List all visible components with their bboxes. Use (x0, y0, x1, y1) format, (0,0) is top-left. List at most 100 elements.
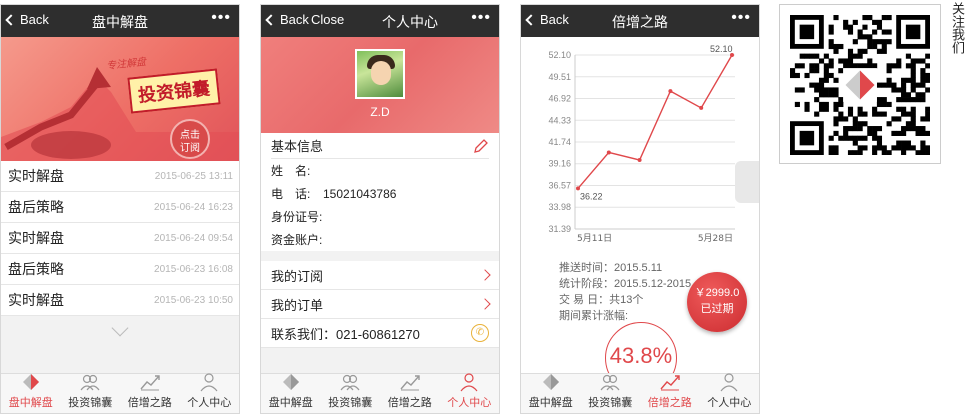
tab-bar: 盘中解盘 投资锦囊 倍增之路 个人中心 (261, 373, 499, 413)
series-line (577, 54, 733, 189)
load-more-chevron-icon[interactable] (1, 316, 239, 348)
tab-trend-chart[interactable]: 倍增之路 (640, 374, 700, 413)
menu-my-orders[interactable]: 我的订单 (261, 290, 499, 319)
subscribe-line-2: 订阅 (180, 143, 200, 154)
profile-header: Z.D (261, 37, 499, 133)
data-point (637, 158, 642, 163)
group-icon (599, 372, 621, 392)
data-point (576, 186, 580, 191)
follow-us-label: 关注我们 (950, 2, 965, 54)
promo-banner[interactable]: 专注解盘 投资锦囊 点击 订阅 (1, 37, 239, 161)
field-name: 姓 名: (271, 164, 311, 178)
chevron-right-icon (479, 269, 491, 281)
person-icon (718, 372, 740, 392)
tab-group[interactable]: 投资锦囊 (61, 374, 121, 413)
tab-label: 个人中心 (707, 397, 752, 409)
tab-bar: 盘中解盘 投资锦囊 倍增之路 个人中心 (1, 373, 239, 413)
data-point (606, 150, 611, 155)
trend-chart-icon (399, 372, 421, 392)
group-icon (79, 372, 101, 392)
first-value-label: 36.22 (580, 191, 603, 201)
list-item[interactable]: 实时解盘 2015-06-23 10:50 (1, 285, 239, 316)
field-id-number: 身份证号: (271, 210, 323, 224)
item-title: 实时解盘 (8, 292, 64, 308)
tab-trend-chart[interactable]: 倍增之路 (380, 374, 440, 413)
item-title: 盘后策略 (8, 199, 64, 215)
tab-group[interactable]: 投资锦囊 (581, 374, 641, 413)
tab-diamond[interactable]: 盘中解盘 (521, 374, 581, 413)
tab-label: 盘中解盘 (268, 397, 313, 409)
avatar[interactable] (355, 49, 405, 99)
y-tick-label: 33.98 (548, 202, 571, 212)
tab-person[interactable]: 个人中心 (180, 372, 240, 413)
list-item[interactable]: 实时解盘 2015-06-25 13:11 (1, 161, 239, 192)
person-icon (458, 372, 480, 392)
chevron-right-icon (479, 298, 491, 310)
item-date: 2015-06-25 13:11 (154, 170, 233, 182)
tab-label: 投资锦囊 (588, 397, 633, 409)
tab-label: 盘中解盘 (528, 397, 573, 409)
field-fund-account: 资金账户: (271, 233, 323, 247)
menu-my-subscriptions[interactable]: 我的订阅 (261, 261, 499, 290)
person-icon (198, 372, 220, 392)
menu-contact-us[interactable]: 联系我们：021-60861270 ✆ (261, 319, 499, 348)
username: Z.D (370, 105, 390, 119)
phone-screen-intraday: Back 盘中解盘 ••• 专注解盘 投资锦囊 点击 订阅 实时解盘 2015-0… (0, 4, 240, 414)
subscribe-button[interactable]: 点击 订阅 (170, 119, 210, 159)
side-pull-tab[interactable] (735, 161, 759, 203)
price-value: ￥2999.0 (694, 287, 740, 299)
trend-chart-icon (139, 372, 161, 392)
tab-label: 个人中心 (187, 397, 232, 409)
diamond-icon (20, 372, 42, 392)
tab-label: 盘中解盘 (8, 397, 53, 409)
list-item[interactable]: 实时解盘 2015-06-24 09:54 (1, 223, 239, 254)
x-end-label: 5月28日 (698, 233, 733, 244)
item-title: 盘后策略 (8, 261, 64, 277)
item-date: 2015-06-24 16:23 (154, 201, 233, 213)
y-tick-label: 41.74 (548, 137, 571, 147)
top-bar: Back Close 个人中心 ••• (261, 5, 499, 37)
basic-info-title: 基本信息 (271, 139, 324, 154)
qr-code-graphic (790, 15, 931, 156)
item-title: 实时解盘 (8, 168, 64, 184)
item-date: 2015-06-23 16:08 (154, 263, 233, 275)
page-title: 盘中解盘 (92, 14, 148, 30)
data-point (699, 105, 704, 110)
basic-info-card: 基本信息 姓 名: 电 话: 15021043786 身份证号: 资金账户: (261, 133, 499, 251)
diamond-icon (280, 372, 302, 392)
more-menu-icon[interactable]: ••• (211, 9, 231, 27)
group-icon (339, 372, 361, 392)
x-start-label: 5月11日 (577, 233, 612, 244)
edit-pencil-icon[interactable] (473, 138, 489, 154)
phone-screen-profile: Back Close 个人中心 ••• Z.D 基本信息 姓 名: 电 话: 15… (260, 4, 500, 414)
tab-diamond[interactable]: 盘中解盘 (261, 374, 321, 413)
more-menu-icon[interactable]: ••• (731, 9, 751, 27)
tab-group[interactable]: 投资锦囊 (321, 374, 381, 413)
stats-panel: 推送时间：2015.5.11 统计阶段：2015.5.12-2015 交 易 日… (521, 252, 759, 394)
list-item[interactable]: 盘后策略 2015-06-23 16:08 (1, 254, 239, 285)
y-tick-label: 44.33 (548, 115, 571, 125)
diamond-icon (540, 372, 562, 392)
tab-person[interactable]: 个人中心 (700, 372, 760, 413)
price-badge[interactable]: ￥2999.0 已过期 (687, 272, 747, 332)
y-tick-label: 49.51 (548, 72, 571, 82)
tab-trend-chart[interactable]: 倍增之路 (120, 374, 180, 413)
tab-person[interactable]: 个人中心 (440, 372, 500, 413)
tab-label: 投资锦囊 (328, 397, 373, 409)
top-bar: Back 倍增之路 ••• (521, 5, 759, 37)
back-button[interactable]: Back (265, 12, 309, 27)
phone-screen-doubling: Back 倍增之路 ••• 52.10 49.51 46.92 44.33 41.74 3… (520, 4, 760, 414)
tab-label: 投资锦囊 (68, 397, 113, 409)
more-menu-icon[interactable]: ••• (471, 9, 491, 27)
item-date: 2015-06-24 09:54 (154, 232, 233, 244)
tab-diamond[interactable]: 盘中解盘 (1, 374, 61, 413)
y-tick-label: 36.57 (548, 180, 571, 190)
line-chart: 52.10 49.51 46.92 44.33 41.74 39.16 36.57 33.98… (548, 44, 735, 244)
list-item[interactable]: 盘后策略 2015-06-24 16:23 (1, 192, 239, 223)
item-date: 2015-06-23 10:50 (154, 294, 233, 306)
qr-code (779, 4, 941, 164)
tab-label: 倍增之路 (127, 397, 172, 409)
phone-icon: ✆ (471, 324, 489, 342)
performance-chart: 52.10 49.51 46.92 44.33 41.74 39.16 36.57 33.98… (521, 37, 759, 252)
tab-label: 倍增之路 (387, 397, 432, 409)
